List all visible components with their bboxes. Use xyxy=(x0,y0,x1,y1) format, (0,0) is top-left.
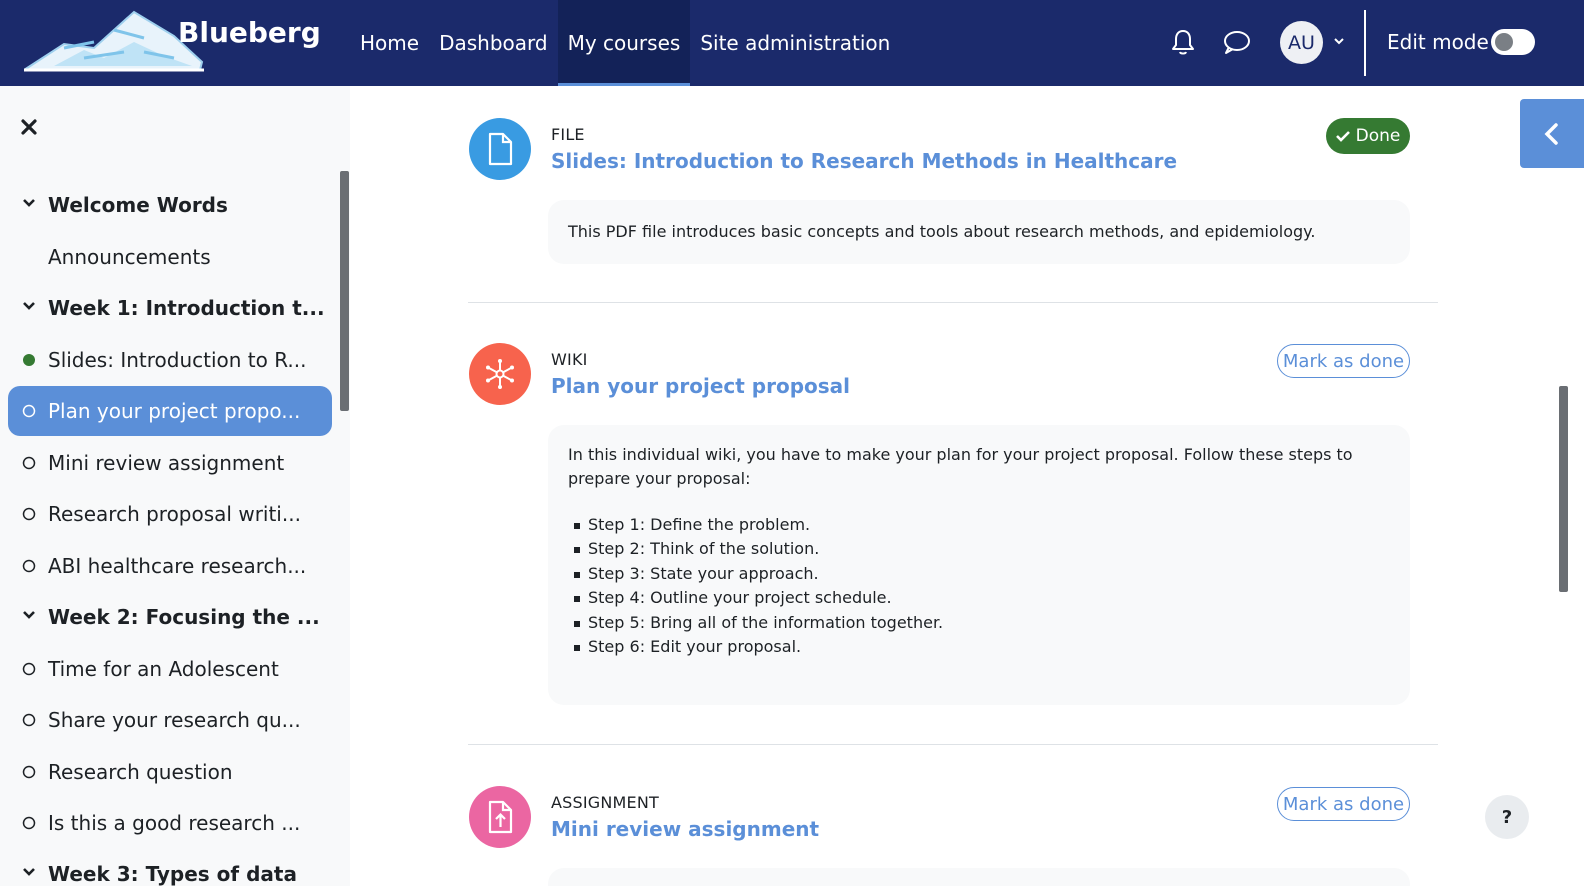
sidebar-item-label: Mini review assignment xyxy=(48,451,285,475)
messages-icon[interactable] xyxy=(1221,26,1253,58)
sidebar-item-label: Plan your project propo... xyxy=(48,399,301,423)
sidebar-item-label: Announcements xyxy=(48,245,211,269)
sidebar-item-label: Week 3: Types of data xyxy=(48,862,297,886)
completion-incomplete-icon xyxy=(22,404,36,418)
sidebar-item-label: Research proposal writi... xyxy=(48,502,301,526)
sidebar-item-label: Share your research qu... xyxy=(48,708,301,732)
user-avatar[interactable]: AU xyxy=(1280,21,1323,64)
open-block-drawer-button[interactable] xyxy=(1520,99,1584,168)
nav-my-courses[interactable]: My courses xyxy=(557,0,691,86)
chevron-left-icon xyxy=(1544,122,1558,145)
close-icon[interactable] xyxy=(18,116,40,138)
sidebar-item-label: Week 1: Introduction t... xyxy=(48,296,325,320)
list-item: Step 5: Bring all of the information tog… xyxy=(568,611,1390,635)
sidebar-activity-item[interactable]: Plan your project propo... xyxy=(8,386,332,436)
sidebar-item-label: Is this a good research ... xyxy=(48,811,301,835)
primary-navigation: Home Dashboard My courses Site administr… xyxy=(350,0,900,86)
list-item: Step 6: Edit your proposal. xyxy=(568,635,1390,659)
steps-list: Step 1: Define the problem. Step 2: Thin… xyxy=(568,513,1390,659)
sidebar-section-item[interactable]: Welcome Words xyxy=(8,180,332,230)
list-item: Step 4: Outline your project schedule. xyxy=(568,586,1390,610)
activity-title-link[interactable]: Mini review assignment xyxy=(551,817,819,841)
sidebar-activity-item[interactable]: Mini review assignment xyxy=(8,438,332,488)
chevron-down-icon[interactable] xyxy=(22,608,36,622)
sidebar-activity-item[interactable]: Time for an Adolescent xyxy=(8,644,332,694)
sidebar-activity-item[interactable]: Is this a good research ... xyxy=(8,798,332,848)
sidebar-activity-item[interactable]: Announcements xyxy=(8,232,332,282)
sidebar-activity-item[interactable]: Share your research qu... xyxy=(8,695,332,745)
description-text: This PDF file introduces basic concepts … xyxy=(568,222,1316,241)
mark-as-done-button[interactable]: Mark as done xyxy=(1277,344,1410,378)
assignment-icon xyxy=(469,786,531,848)
course-content: FILE Slides: Introduction to Research Me… xyxy=(350,86,1584,886)
completion-incomplete-icon xyxy=(22,559,36,573)
completion-complete-icon xyxy=(23,354,35,366)
toggle-knob xyxy=(1495,33,1513,51)
nav-site-administration[interactable]: Site administration xyxy=(690,0,900,86)
chevron-down-icon[interactable] xyxy=(22,865,36,879)
mark-as-done-button[interactable]: Mark as done xyxy=(1277,787,1410,821)
sidebar-item-label: Slides: Introduction to R... xyxy=(48,348,307,372)
sidebar-activity-item[interactable]: Slides: Introduction to R... xyxy=(8,335,332,385)
course-index-drawer: Welcome Words Announcements Week 1: Introd… xyxy=(0,86,350,886)
completion-incomplete-icon xyxy=(22,816,36,830)
list-item: Step 2: Think of the solution. xyxy=(568,537,1390,561)
activity-description: This PDF file introduces basic concepts … xyxy=(548,200,1410,264)
activity-description xyxy=(548,868,1410,886)
chevron-down-icon[interactable] xyxy=(22,299,36,313)
done-label: Done xyxy=(1355,126,1401,146)
page-scrollbar[interactable] xyxy=(1559,386,1568,592)
nav-dashboard[interactable]: Dashboard xyxy=(429,0,558,86)
chevron-down-icon[interactable] xyxy=(22,196,36,210)
help-button[interactable]: ? xyxy=(1485,795,1529,839)
edit-mode-toggle[interactable] xyxy=(1491,29,1535,55)
completion-incomplete-icon xyxy=(22,713,36,727)
completion-incomplete-icon xyxy=(22,456,36,470)
sidebar-activity-item[interactable]: Research question xyxy=(8,747,332,797)
completion-incomplete-icon xyxy=(22,507,36,521)
activity-type-label: FILE xyxy=(551,125,585,144)
sidebar-activity-item[interactable]: ABI healthcare research... xyxy=(8,541,332,591)
edit-mode-label: Edit mode xyxy=(1387,30,1489,54)
sidebar-item-label: Research question xyxy=(48,760,233,784)
sidebar-item-label: Time for an Adolescent xyxy=(48,657,279,681)
sidebar-activity-item[interactable]: Research proposal writi... xyxy=(8,489,332,539)
wiki-icon xyxy=(469,343,531,405)
activity-description: In this individual wiki, you have to mak… xyxy=(548,425,1410,705)
description-text: In this individual wiki, you have to mak… xyxy=(568,445,1353,488)
chevron-down-icon[interactable] xyxy=(1332,34,1346,48)
sidebar-item-label: Week 2: Focusing the ... xyxy=(48,605,320,629)
activity-title-link[interactable]: Plan your project proposal xyxy=(551,374,850,398)
completion-done-badge[interactable]: Done xyxy=(1326,118,1410,154)
sidebar-item-label: Welcome Words xyxy=(48,193,228,217)
activity-type-label: WIKI xyxy=(551,350,588,369)
activity-separator xyxy=(468,744,1438,745)
list-item: Step 1: Define the problem. xyxy=(568,513,1390,537)
brand-name: Blueberg xyxy=(178,16,321,49)
nav-home[interactable]: Home xyxy=(350,0,429,86)
activity-type-label: ASSIGNMENT xyxy=(551,793,659,812)
sidebar-section-item[interactable]: Week 1: Introduction t... xyxy=(8,283,332,333)
top-navbar: Blueberg Home Dashboard My courses Site … xyxy=(0,0,1584,86)
sidebar-item-label: ABI healthcare research... xyxy=(48,554,307,578)
sidebar-section-item[interactable]: Week 2: Focusing the ... xyxy=(8,592,332,642)
activity-separator xyxy=(468,302,1438,303)
activity-title-link[interactable]: Slides: Introduction to Research Methods… xyxy=(551,149,1177,173)
completion-incomplete-icon xyxy=(22,765,36,779)
file-icon xyxy=(469,118,531,180)
check-icon xyxy=(1335,131,1350,142)
sidebar-scrollbar[interactable] xyxy=(340,171,349,411)
bell-icon[interactable] xyxy=(1167,26,1199,58)
header-divider xyxy=(1364,10,1366,76)
list-item: Step 3: State your approach. xyxy=(568,562,1390,586)
sidebar-section-item[interactable]: Week 3: Types of data xyxy=(8,849,332,886)
completion-incomplete-icon xyxy=(22,662,36,676)
